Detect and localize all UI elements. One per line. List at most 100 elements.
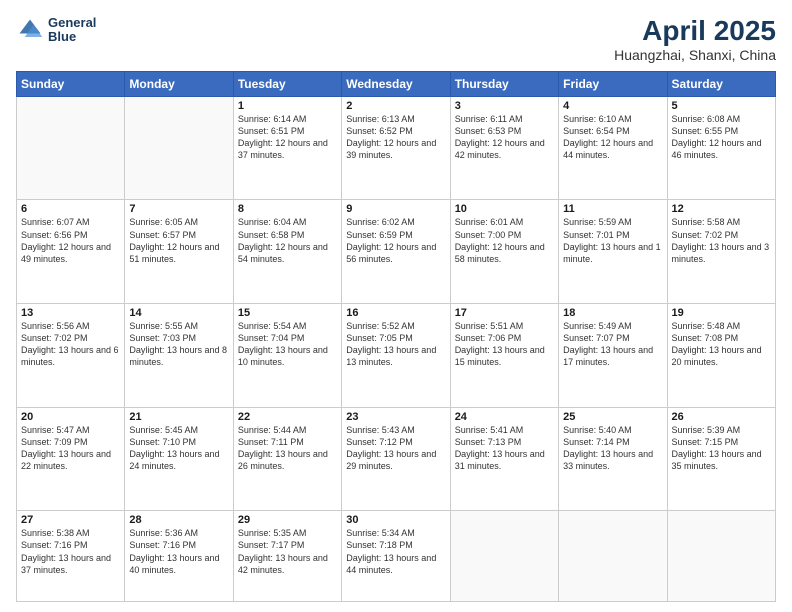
calendar-table: Sunday Monday Tuesday Wednesday Thursday…	[16, 71, 776, 602]
day-info: Sunrise: 5:38 AM Sunset: 7:16 PM Dayligh…	[21, 527, 120, 576]
table-row: 15Sunrise: 5:54 AM Sunset: 7:04 PM Dayli…	[233, 304, 341, 408]
table-row: 29Sunrise: 5:35 AM Sunset: 7:17 PM Dayli…	[233, 511, 341, 602]
day-number: 7	[129, 203, 228, 215]
table-row	[559, 511, 667, 602]
day-number: 10	[455, 203, 554, 215]
day-info: Sunrise: 5:54 AM Sunset: 7:04 PM Dayligh…	[238, 320, 337, 369]
col-saturday: Saturday	[667, 71, 775, 96]
day-info: Sunrise: 6:02 AM Sunset: 6:59 PM Dayligh…	[346, 216, 445, 265]
day-info: Sunrise: 5:48 AM Sunset: 7:08 PM Dayligh…	[672, 320, 771, 369]
day-info: Sunrise: 5:49 AM Sunset: 7:07 PM Dayligh…	[563, 320, 662, 369]
day-info: Sunrise: 5:58 AM Sunset: 7:02 PM Dayligh…	[672, 216, 771, 265]
day-info: Sunrise: 5:40 AM Sunset: 7:14 PM Dayligh…	[563, 424, 662, 473]
day-number: 18	[563, 307, 662, 319]
day-info: Sunrise: 5:34 AM Sunset: 7:18 PM Dayligh…	[346, 527, 445, 576]
col-thursday: Thursday	[450, 71, 558, 96]
day-number: 24	[455, 411, 554, 423]
day-info: Sunrise: 5:41 AM Sunset: 7:13 PM Dayligh…	[455, 424, 554, 473]
day-info: Sunrise: 5:51 AM Sunset: 7:06 PM Dayligh…	[455, 320, 554, 369]
day-number: 15	[238, 307, 337, 319]
day-number: 17	[455, 307, 554, 319]
day-number: 1	[238, 100, 337, 112]
col-sunday: Sunday	[17, 71, 125, 96]
table-row: 8Sunrise: 6:04 AM Sunset: 6:58 PM Daylig…	[233, 200, 341, 304]
table-row: 26Sunrise: 5:39 AM Sunset: 7:15 PM Dayli…	[667, 407, 775, 511]
table-row: 16Sunrise: 5:52 AM Sunset: 7:05 PM Dayli…	[342, 304, 450, 408]
day-info: Sunrise: 5:55 AM Sunset: 7:03 PM Dayligh…	[129, 320, 228, 369]
day-info: Sunrise: 5:36 AM Sunset: 7:16 PM Dayligh…	[129, 527, 228, 576]
day-info: Sunrise: 6:11 AM Sunset: 6:53 PM Dayligh…	[455, 113, 554, 162]
logo-line1: General	[48, 16, 96, 30]
calendar-subtitle: Huangzhai, Shanxi, China	[614, 47, 776, 63]
day-info: Sunrise: 5:56 AM Sunset: 7:02 PM Dayligh…	[21, 320, 120, 369]
day-info: Sunrise: 5:35 AM Sunset: 7:17 PM Dayligh…	[238, 527, 337, 576]
day-info: Sunrise: 5:44 AM Sunset: 7:11 PM Dayligh…	[238, 424, 337, 473]
table-row: 1Sunrise: 6:14 AM Sunset: 6:51 PM Daylig…	[233, 96, 341, 200]
table-row: 4Sunrise: 6:10 AM Sunset: 6:54 PM Daylig…	[559, 96, 667, 200]
logo: General Blue	[16, 16, 96, 45]
col-monday: Monday	[125, 71, 233, 96]
col-friday: Friday	[559, 71, 667, 96]
header: General Blue April 2025 Huangzhai, Shanx…	[16, 16, 776, 63]
day-number: 12	[672, 203, 771, 215]
day-number: 11	[563, 203, 662, 215]
day-info: Sunrise: 6:14 AM Sunset: 6:51 PM Dayligh…	[238, 113, 337, 162]
table-row	[17, 96, 125, 200]
table-row: 9Sunrise: 6:02 AM Sunset: 6:59 PM Daylig…	[342, 200, 450, 304]
day-number: 23	[346, 411, 445, 423]
day-number: 27	[21, 514, 120, 526]
table-row: 14Sunrise: 5:55 AM Sunset: 7:03 PM Dayli…	[125, 304, 233, 408]
table-row: 10Sunrise: 6:01 AM Sunset: 7:00 PM Dayli…	[450, 200, 558, 304]
day-number: 28	[129, 514, 228, 526]
day-number: 13	[21, 307, 120, 319]
table-row: 24Sunrise: 5:41 AM Sunset: 7:13 PM Dayli…	[450, 407, 558, 511]
table-row: 19Sunrise: 5:48 AM Sunset: 7:08 PM Dayli…	[667, 304, 775, 408]
table-row: 2Sunrise: 6:13 AM Sunset: 6:52 PM Daylig…	[342, 96, 450, 200]
table-row: 20Sunrise: 5:47 AM Sunset: 7:09 PM Dayli…	[17, 407, 125, 511]
table-row	[125, 96, 233, 200]
day-info: Sunrise: 6:13 AM Sunset: 6:52 PM Dayligh…	[346, 113, 445, 162]
table-row: 22Sunrise: 5:44 AM Sunset: 7:11 PM Dayli…	[233, 407, 341, 511]
day-number: 9	[346, 203, 445, 215]
day-info: Sunrise: 6:10 AM Sunset: 6:54 PM Dayligh…	[563, 113, 662, 162]
day-number: 5	[672, 100, 771, 112]
calendar-header-row: Sunday Monday Tuesday Wednesday Thursday…	[17, 71, 776, 96]
day-number: 26	[672, 411, 771, 423]
title-block: April 2025 Huangzhai, Shanxi, China	[614, 16, 776, 63]
table-row: 12Sunrise: 5:58 AM Sunset: 7:02 PM Dayli…	[667, 200, 775, 304]
table-row: 28Sunrise: 5:36 AM Sunset: 7:16 PM Dayli…	[125, 511, 233, 602]
day-info: Sunrise: 5:52 AM Sunset: 7:05 PM Dayligh…	[346, 320, 445, 369]
logo-text: General Blue	[48, 16, 96, 45]
table-row: 5Sunrise: 6:08 AM Sunset: 6:55 PM Daylig…	[667, 96, 775, 200]
day-number: 14	[129, 307, 228, 319]
calendar-title: April 2025	[614, 16, 776, 47]
table-row: 17Sunrise: 5:51 AM Sunset: 7:06 PM Dayli…	[450, 304, 558, 408]
day-info: Sunrise: 5:43 AM Sunset: 7:12 PM Dayligh…	[346, 424, 445, 473]
table-row: 23Sunrise: 5:43 AM Sunset: 7:12 PM Dayli…	[342, 407, 450, 511]
table-row	[450, 511, 558, 602]
day-number: 4	[563, 100, 662, 112]
table-row: 7Sunrise: 6:05 AM Sunset: 6:57 PM Daylig…	[125, 200, 233, 304]
day-number: 8	[238, 203, 337, 215]
table-row: 11Sunrise: 5:59 AM Sunset: 7:01 PM Dayli…	[559, 200, 667, 304]
day-info: Sunrise: 6:07 AM Sunset: 6:56 PM Dayligh…	[21, 216, 120, 265]
day-number: 3	[455, 100, 554, 112]
table-row: 3Sunrise: 6:11 AM Sunset: 6:53 PM Daylig…	[450, 96, 558, 200]
day-info: Sunrise: 5:59 AM Sunset: 7:01 PM Dayligh…	[563, 216, 662, 265]
day-info: Sunrise: 6:05 AM Sunset: 6:57 PM Dayligh…	[129, 216, 228, 265]
day-number: 19	[672, 307, 771, 319]
day-info: Sunrise: 5:45 AM Sunset: 7:10 PM Dayligh…	[129, 424, 228, 473]
col-wednesday: Wednesday	[342, 71, 450, 96]
day-number: 22	[238, 411, 337, 423]
day-number: 6	[21, 203, 120, 215]
day-number: 29	[238, 514, 337, 526]
logo-line2: Blue	[48, 30, 96, 44]
day-number: 21	[129, 411, 228, 423]
table-row: 18Sunrise: 5:49 AM Sunset: 7:07 PM Dayli…	[559, 304, 667, 408]
day-number: 2	[346, 100, 445, 112]
day-number: 16	[346, 307, 445, 319]
col-tuesday: Tuesday	[233, 71, 341, 96]
table-row: 13Sunrise: 5:56 AM Sunset: 7:02 PM Dayli…	[17, 304, 125, 408]
page: General Blue April 2025 Huangzhai, Shanx…	[0, 0, 792, 612]
day-number: 20	[21, 411, 120, 423]
